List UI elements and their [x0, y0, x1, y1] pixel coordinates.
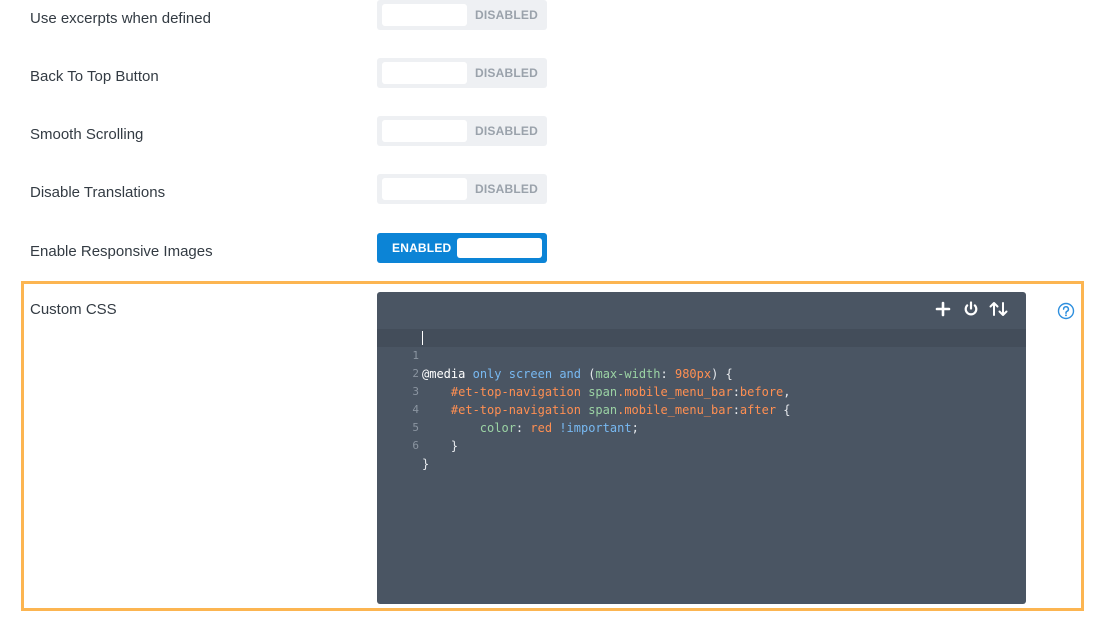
toggle-state-label: DISABLED	[475, 124, 538, 138]
toggle-smooth-scrolling[interactable]: DISABLED	[377, 116, 547, 146]
toggle-knob	[382, 62, 467, 84]
code-line: 2 #et-top-navigation span.mobile_menu_ba…	[377, 347, 1026, 399]
code-text: }	[450, 439, 459, 453]
code-line: 1 @media only screen and (max-width: 980…	[377, 329, 1026, 381]
power-icon[interactable]	[962, 300, 980, 318]
toggle-knob	[382, 178, 467, 200]
question-circle-icon[interactable]	[1057, 302, 1075, 320]
toggle-state-label: DISABLED	[475, 182, 538, 196]
plus-icon[interactable]	[934, 300, 952, 318]
toggle-state-label: DISABLED	[475, 66, 538, 80]
setting-label: Back To Top Button	[30, 68, 159, 85]
toggle-knob	[382, 120, 467, 142]
toggle-use-excerpts[interactable]: DISABLED	[377, 0, 547, 30]
toggle-responsive-images[interactable]: ENABLED	[377, 233, 547, 263]
setting-label: Use excerpts when defined	[30, 10, 211, 27]
code-line: 6 }	[377, 419, 1026, 471]
toggle-state-label: ENABLED	[392, 241, 452, 255]
code-line: 3 #et-top-navigation span.mobile_menu_ba…	[377, 365, 1026, 417]
custom-css-label: Custom CSS	[30, 301, 117, 318]
toggle-state-label: DISABLED	[475, 8, 538, 22]
line-number: 6	[412, 439, 419, 452]
code-area[interactable]: 1 @media only screen and (max-width: 980…	[377, 329, 1026, 471]
code-line: 5 }	[377, 401, 1026, 453]
code-line: 4 color: red !important;	[377, 383, 1026, 435]
toggle-back-to-top[interactable]: DISABLED	[377, 58, 547, 88]
css-code-editor[interactable]: 1 @media only screen and (max-width: 980…	[377, 292, 1026, 604]
toggle-knob	[457, 238, 542, 258]
sort-arrows-icon[interactable]	[989, 300, 1008, 318]
toggle-knob	[382, 4, 467, 26]
setting-label: Enable Responsive Images	[30, 243, 213, 260]
code-text: }	[422, 457, 430, 471]
toggle-disable-translations[interactable]: DISABLED	[377, 174, 547, 204]
setting-label: Smooth Scrolling	[30, 126, 144, 143]
text-cursor	[422, 331, 423, 345]
setting-label: Disable Translations	[30, 184, 166, 201]
